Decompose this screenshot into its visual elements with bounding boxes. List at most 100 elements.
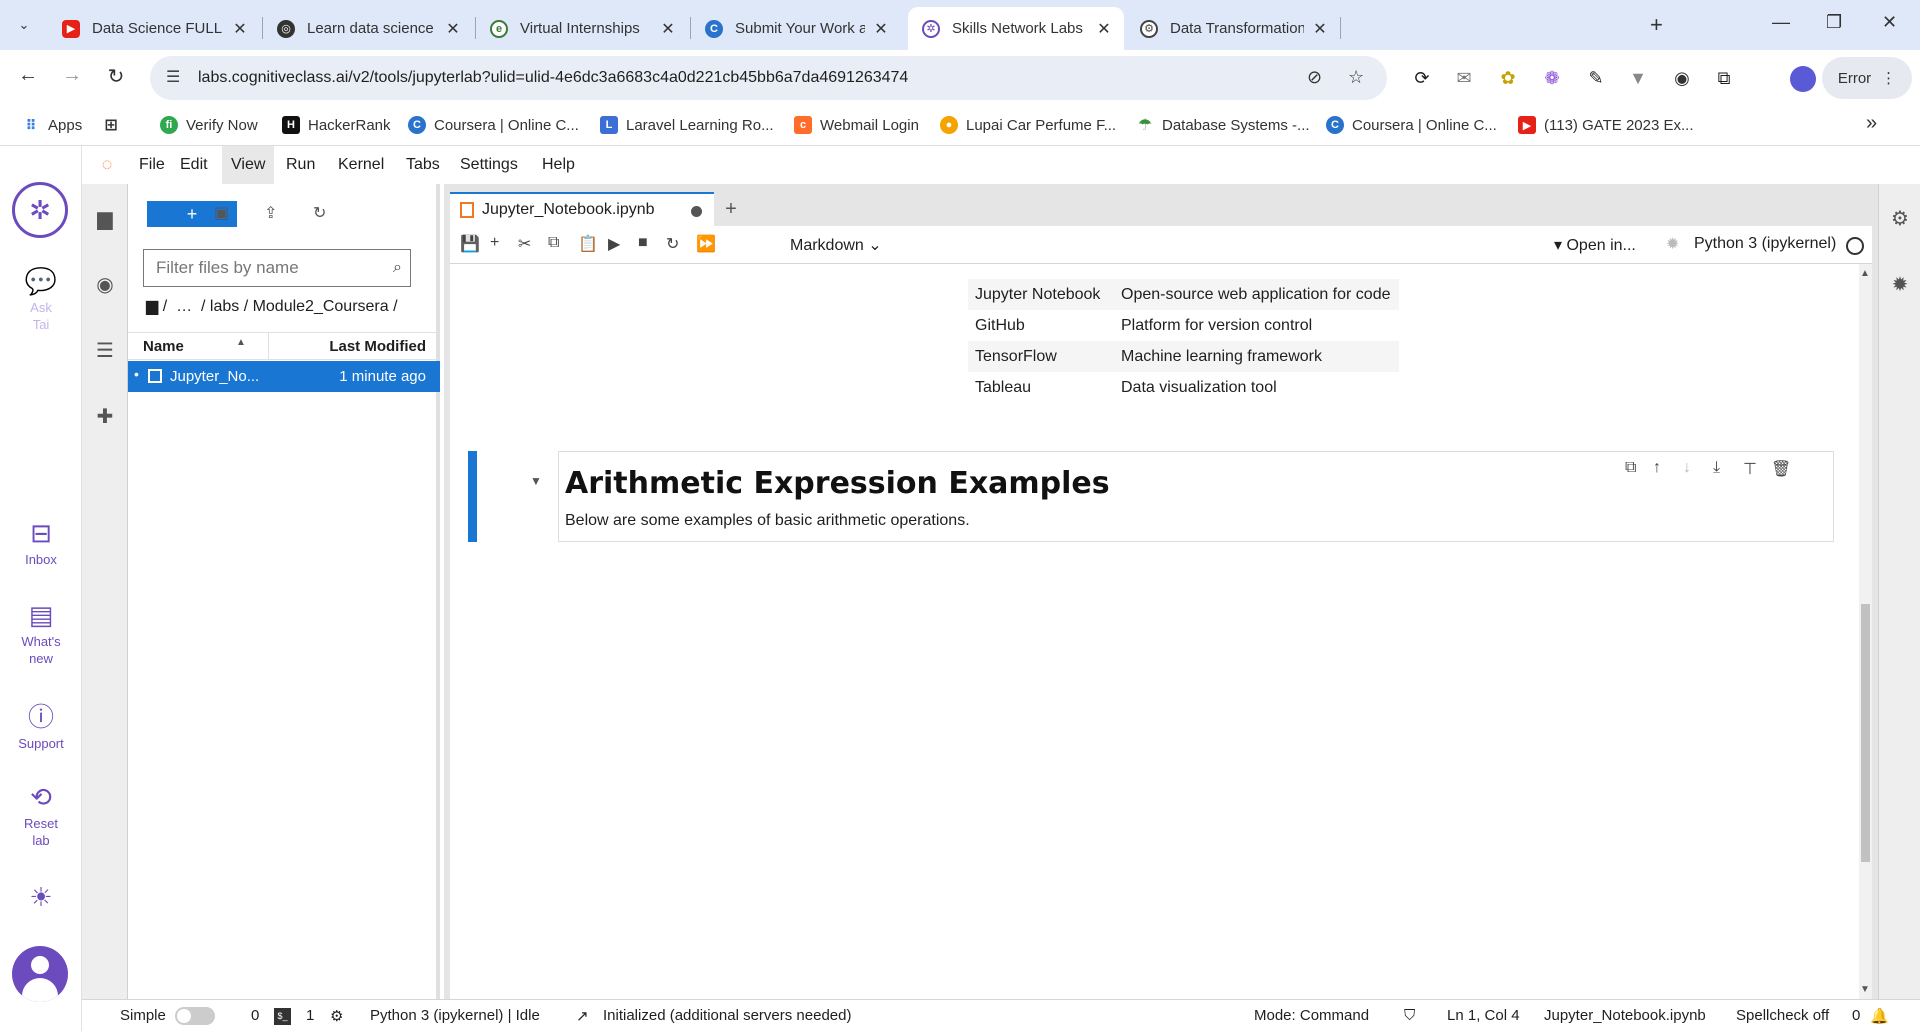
unsaved-indicator-icon[interactable] (691, 206, 702, 217)
close-tab-icon[interactable]: ✕ (230, 19, 250, 39)
bell-icon[interactable]: 🔔 (1870, 1007, 1889, 1025)
site-info-icon[interactable]: ☰ (166, 67, 180, 87)
add-tab-button[interactable]: + (716, 193, 746, 226)
extensions-puzzle-icon[interactable]: ⧉ (1712, 66, 1736, 90)
lsp-status[interactable]: Initialized (additional servers needed) (603, 1007, 851, 1024)
filter-files-input[interactable]: Filter files by name ⌕ (143, 249, 411, 287)
vue-extension-icon[interactable]: ▼ (1626, 66, 1650, 90)
close-tab-icon[interactable]: ✕ (443, 19, 463, 39)
profile-avatar[interactable] (1790, 66, 1816, 92)
notification-count[interactable]: 0 (1852, 1007, 1860, 1024)
open-in-menu[interactable]: ▾ Open in... (1554, 235, 1636, 255)
new-tab-button[interactable]: + (1650, 12, 1663, 38)
theme-toggle-button[interactable]: ☀ (0, 882, 82, 915)
bookmarks-overflow-icon[interactable]: » (1866, 112, 1877, 135)
flower-extension-icon[interactable]: ❁ (1540, 66, 1564, 90)
cut-icon[interactable]: ✂ (518, 234, 531, 254)
run-icon[interactable]: ▶ (608, 234, 620, 254)
minimize-icon[interactable]: — (1772, 12, 1790, 33)
table-of-contents-icon[interactable]: ☰ (94, 340, 116, 362)
menu-kernel[interactable]: Kernel (329, 146, 393, 184)
kernel-name[interactable]: Python 3 (ipykernel) (1694, 235, 1836, 253)
user-avatar[interactable] (12, 946, 68, 1002)
bookmark-item[interactable]: ▶ (113) GATE 2023 Ex... (1518, 116, 1694, 134)
bookmark-item[interactable]: L Laravel Learning Ro... (600, 116, 774, 134)
running-kernels-icon[interactable]: ◉ (94, 274, 116, 296)
file-row-selected[interactable]: • Jupyter_No... 1 minute ago (128, 361, 440, 392)
notebook-tab[interactable]: Jupyter_Notebook.ipynb (450, 192, 714, 226)
forward-icon[interactable]: → (58, 64, 86, 87)
restart-icon[interactable]: ↻ (666, 234, 679, 254)
duplicate-cell-icon[interactable]: ⧉ (1625, 459, 1636, 477)
debugger-icon[interactable]: ✹ (1666, 234, 1679, 254)
scroll-up-icon[interactable]: ▲ (1860, 268, 1870, 279)
mode-indicator[interactable]: Mode: Command (1254, 1007, 1369, 1024)
browser-tab[interactable]: ◎ Learn data science with Pyt ✕ (263, 7, 473, 50)
home-folder-icon[interactable]: ▆ (146, 298, 158, 315)
markdown-cell[interactable]: Arithmetic Expression Examples Below are… (558, 451, 1834, 542)
notebook-scrollbar[interactable]: ▲ ▼ (1859, 264, 1872, 999)
restore-icon[interactable]: ❐ (1826, 12, 1842, 33)
terminal-count[interactable]: 0 (251, 1007, 259, 1024)
cell-type-select[interactable]: Markdown ⌄ (790, 235, 882, 255)
menu-tabs[interactable]: Tabs (397, 146, 449, 184)
bee-extension-icon[interactable]: ✿ (1496, 66, 1520, 90)
new-folder-icon[interactable]: ▣ (214, 203, 229, 223)
close-tab-icon[interactable]: ✕ (658, 19, 678, 39)
tab-groups-icon[interactable]: ⊞ (102, 116, 128, 134)
menu-view[interactable]: View (222, 146, 275, 184)
whats-new-button[interactable]: ▤ What's new (0, 600, 82, 667)
skills-network-logo[interactable]: ✲ (12, 182, 68, 238)
extensions-icon[interactable]: ✚ (94, 406, 116, 428)
cursor-position[interactable]: Ln 1, Col 4 (1447, 1007, 1520, 1024)
bookmark-item[interactable]: C Coursera | Online C... (408, 116, 579, 134)
menu-edit[interactable]: Edit (171, 146, 217, 184)
ask-tai-button[interactable]: 💬 Ask Tai (0, 266, 82, 333)
move-up-icon[interactable]: ↑ (1653, 459, 1661, 477)
bookmark-apps[interactable]: ⠿ Apps (22, 116, 82, 134)
close-window-icon[interactable]: ✕ (1882, 12, 1897, 33)
menu-help[interactable]: Help (533, 146, 584, 184)
paste-icon[interactable]: 📋 (578, 234, 598, 254)
back-icon[interactable]: ← (14, 64, 42, 87)
save-icon[interactable]: 💾 (460, 234, 480, 254)
kernel-count[interactable]: 1 (306, 1007, 314, 1024)
folder-icon[interactable]: ▆ (94, 208, 116, 230)
delete-cell-icon[interactable]: 🗑 (1771, 459, 1791, 479)
browser-tab[interactable]: C Submit Your Work and Gra ✕ (691, 7, 901, 50)
menu-settings[interactable]: Settings (451, 146, 527, 184)
property-inspector-icon[interactable]: ⚙ (1889, 206, 1911, 231)
bookmark-item[interactable]: ● Lupai Car Perfume F... (940, 116, 1116, 134)
bookmark-item[interactable]: H HackerRank (282, 116, 391, 134)
scrollbar-thumb[interactable] (1861, 604, 1870, 862)
address-bar[interactable]: ☰ labs.cognitiveclass.ai/v2/tools/jupyte… (150, 56, 1387, 100)
menu-run[interactable]: Run (277, 146, 324, 184)
bookmark-item[interactable]: ☂ Database Systems -... (1136, 116, 1310, 134)
bookmark-item[interactable]: fi Verify Now (160, 116, 258, 134)
active-cell-indicator[interactable] (468, 451, 477, 542)
scroll-down-icon[interactable]: ▼ (1860, 984, 1870, 995)
upload-icon[interactable]: ⇪ (264, 203, 277, 223)
move-down-icon[interactable]: ↓ (1683, 459, 1691, 477)
insert-above-icon[interactable]: ⊤ (1743, 459, 1757, 479)
browser-tab-active[interactable]: ✲ Skills Network Labs ✕ (908, 7, 1124, 50)
inbox-button[interactable]: ⊟ Inbox (0, 518, 82, 568)
tab-search-icon[interactable]: ⌄ (12, 13, 36, 37)
close-tab-icon[interactable]: ✕ (1310, 19, 1330, 39)
column-name[interactable]: Name (143, 338, 184, 355)
sync-extension-icon[interactable]: ⟳ (1410, 66, 1434, 90)
insert-cell-icon[interactable]: + (490, 234, 499, 252)
browser-tab[interactable]: ⚙ Data Transformation Categ ✕ (1126, 7, 1340, 50)
bookmark-item[interactable]: C Coursera | Online C... (1326, 116, 1497, 134)
support-button[interactable]: ⓘ Support (0, 702, 82, 752)
mail-extension-icon[interactable]: ✉ (1452, 66, 1476, 90)
browser-tab[interactable]: e Virtual Internships ✕ (476, 7, 688, 50)
debugger-bug-icon[interactable]: ✹ (1889, 272, 1911, 297)
eyedropper-extension-icon[interactable]: ✎ (1584, 66, 1608, 90)
collapse-heading-icon[interactable]: ▼ (530, 474, 542, 488)
run-all-icon[interactable]: ⏩ (696, 234, 716, 254)
reload-icon[interactable]: ↻ (102, 64, 130, 89)
reset-lab-button[interactable]: ⟲ Reset lab (0, 782, 82, 849)
spellcheck-toggle[interactable]: Spellcheck off (1736, 1007, 1829, 1024)
stop-icon[interactable]: ■ (638, 234, 648, 252)
